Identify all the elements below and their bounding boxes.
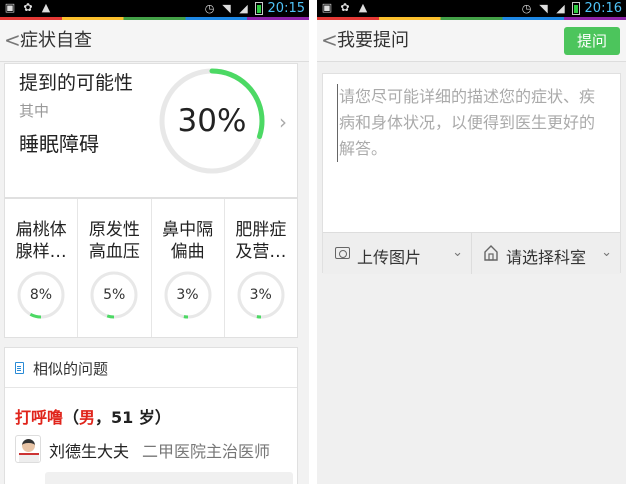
disease-item[interactable]: 扁桃体 腺样… 8% [5,199,79,337]
doctor-title: 二甲医院主治医师 [142,442,271,461]
disease-name-line2: 腺样… [15,242,67,262]
page-title: 我要提问 [337,30,409,51]
disease-percent: 3% [176,287,199,303]
question-age: ，51 岁） [95,408,171,427]
nav-bar: < 我要提问 提问 [317,20,626,62]
wifi-icon: ◥ [222,2,231,15]
doctor-name[interactable]: 刘德生大夫 [49,438,129,462]
nav-bar: < 症状自查 [0,20,309,62]
question-form: 请您尽可能详细的描述您的症状、疾病和身体状况，以便得到医生更好的解答。 上传图片… [322,73,621,274]
disease-item[interactable]: 肥胖症 及营… 3% [225,199,297,337]
warning-icon: ▲ [41,1,51,14]
home-icon [484,245,498,261]
upload-image-button[interactable]: 上传图片 ⌄ [323,233,472,274]
question-topic: 打呼噜 [15,408,64,427]
disease-name: 鼻中隔 [162,220,214,240]
disease-percent: 3% [249,287,272,303]
upload-image-label: 上传图片 [357,248,422,267]
department-label: 请选择科室 [506,248,587,267]
answer-preview[interactable] [45,472,293,484]
clipboard-icon [15,362,24,374]
disease-item[interactable]: 鼻中隔 偏曲 3% [152,199,225,337]
chevron-right-icon[interactable]: › [279,110,287,134]
department-select[interactable]: 请选择科室 ⌄ [472,233,620,274]
top-disease-name: 睡眠障碍 [19,132,99,156]
chevron-down-icon: ⌄ [601,245,612,260]
status-time: 20:15 [267,1,305,16]
disease-name-line2: 高血压 [88,242,140,262]
probability-title: 提到的可能性 [19,72,134,94]
chevron-down-icon: ⌄ [452,245,463,260]
disease-name: 原发性 [88,220,140,240]
disease-list: 扁桃体 腺样… 8% 原发性 高血压 5% 鼻中隔 偏曲 3% 肥胖症 及营… 3% [4,198,298,338]
similar-questions-card: 相似的问题 打呼噜（男，51 岁） 刘德生大夫 二甲医院主治医师 [4,347,298,484]
similar-title: 相似的问题 [33,360,109,378]
warning-icon: ▲ [358,1,368,14]
disease-percent: 5% [103,287,126,303]
question-summary[interactable]: 打呼噜（男，51 岁） [15,404,171,428]
status-bar: ▣ ✿ ▲ ◷ ◥ ◢ 20:15 [0,0,309,17]
page-title: 症状自查 [20,30,92,51]
question-gender: 男 [79,408,96,427]
alarm-icon: ◷ [204,2,215,15]
alarm-icon: ◷ [521,2,532,15]
avatar [15,435,41,463]
battery-icon [571,2,580,15]
question-textarea[interactable]: 请您尽可能详细的描述您的症状、疾病和身体状况，以便得到医生更好的解答。 [337,84,610,162]
disease-name-line2: 偏曲 [170,242,205,262]
disease-name: 扁桃体 [15,220,67,240]
symptom-check-screen: ▣ ✿ ▲ ◷ ◥ ◢ 20:15 < 症状自查 提到的可能性 其中 睡眠障碍 … [0,0,309,484]
camera-icon [335,247,350,259]
question-paren: （ [63,408,80,427]
wifi-icon: ◥ [539,2,548,15]
notification-icon: ▣ [321,1,333,14]
probability-percent: 30% [177,103,247,139]
back-icon[interactable]: < [4,29,21,51]
status-bar: ▣ ✿ ▲ ◷ ◥ ◢ 20:16 [317,0,626,17]
notification-icon: ▣ [4,1,16,14]
ask-question-screen: ▣ ✿ ▲ ◷ ◥ ◢ 20:16 < 我要提问 提问 请您尽可能详细的描述您的… [317,0,626,484]
probability-subtitle: 其中 [19,102,50,120]
status-time: 20:16 [584,1,622,16]
app-icon: ✿ [340,1,350,14]
similar-header: 相似的问题 [5,348,297,388]
signal-icon: ◢ [556,2,565,15]
submit-question-button[interactable]: 提问 [564,27,620,55]
disease-item[interactable]: 原发性 高血压 5% [78,199,152,337]
signal-icon: ◢ [239,2,248,15]
battery-icon [254,2,263,15]
disease-percent: 8% [29,287,53,303]
app-icon: ✿ [23,1,33,14]
probability-card[interactable]: 提到的可能性 其中 睡眠障碍 30% › [4,63,298,198]
disease-name-line2: 及营… [235,242,287,262]
back-icon[interactable]: < [321,29,338,51]
disease-name: 肥胖症 [235,220,287,240]
question-toolbar: 上传图片 ⌄ 请选择科室 ⌄ [323,232,620,274]
